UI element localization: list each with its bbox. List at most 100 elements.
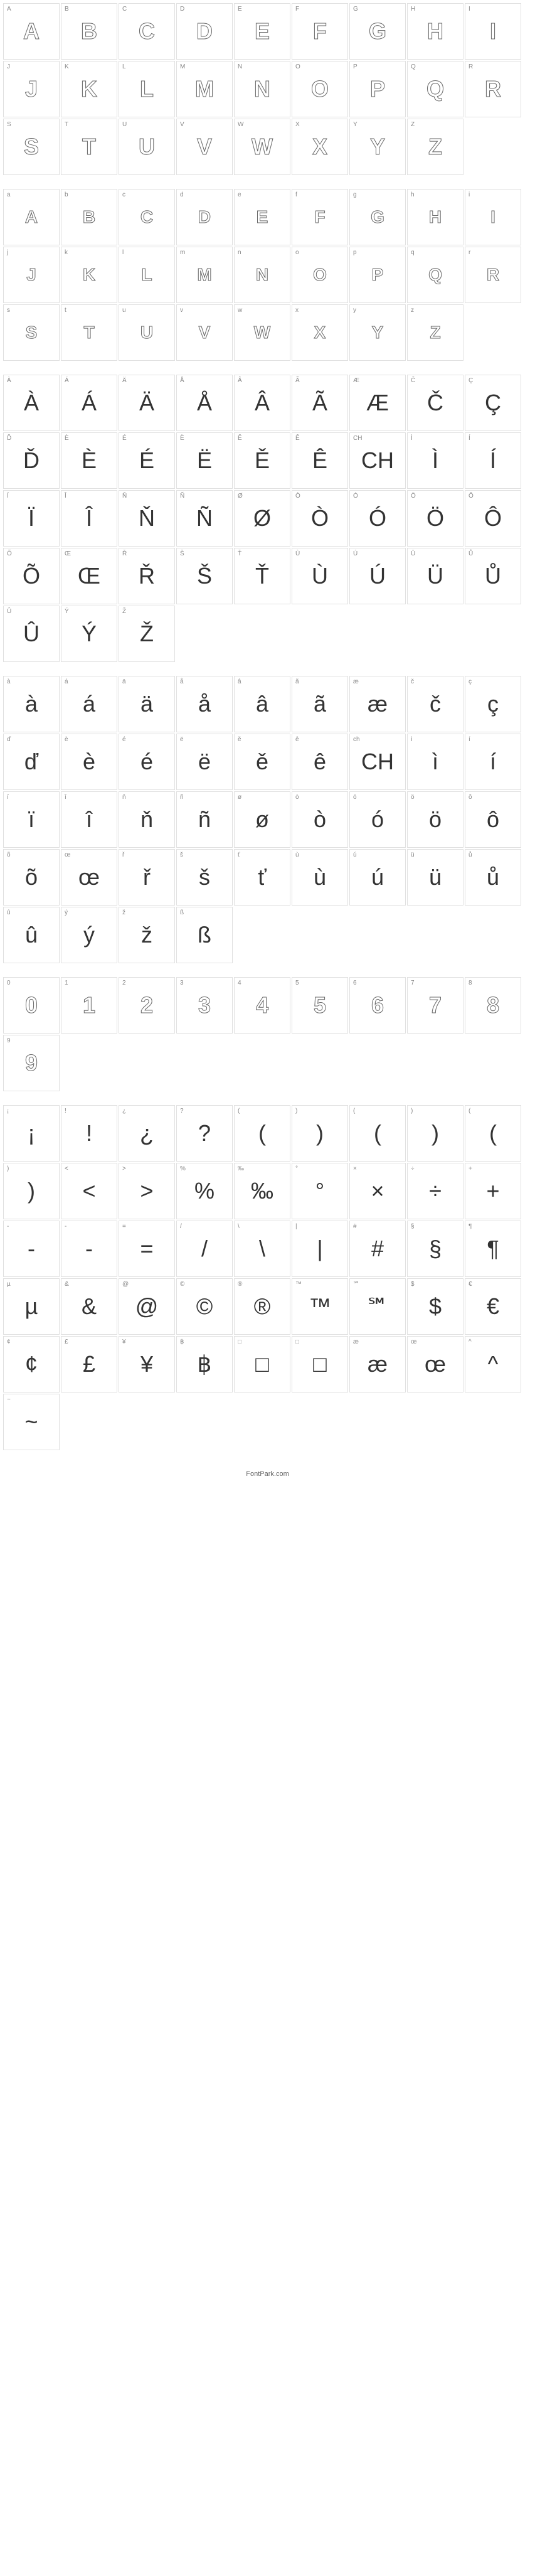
char-cell[interactable]: íí — [465, 734, 521, 790]
char-cell[interactable]: mM — [176, 247, 233, 303]
char-cell[interactable]: ÔÔ — [465, 490, 521, 547]
char-cell[interactable]: << — [61, 1163, 117, 1219]
char-cell[interactable]: àà — [3, 676, 60, 732]
char-cell[interactable]: )) — [292, 1105, 348, 1162]
char-cell[interactable]: éé — [119, 734, 175, 790]
char-cell[interactable]: DD — [176, 3, 233, 60]
char-cell[interactable]: 11 — [61, 977, 117, 1034]
char-cell[interactable]: zZ — [407, 304, 463, 361]
char-cell[interactable]: ßß — [176, 907, 233, 963]
char-cell[interactable]: œœ — [61, 849, 117, 906]
char-cell[interactable]: wW — [234, 304, 290, 361]
char-cell[interactable]: ĚĚ — [234, 432, 290, 489]
char-cell[interactable]: šš — [176, 849, 233, 906]
char-cell[interactable]: œœ — [407, 1336, 463, 1392]
char-cell[interactable]: ÏÏ — [3, 490, 60, 547]
char-cell[interactable]: II — [465, 3, 521, 60]
char-cell[interactable]: ťť — [234, 849, 290, 906]
char-cell[interactable]: ïï — [3, 791, 60, 848]
char-cell[interactable]: ŠŠ — [176, 548, 233, 604]
char-cell[interactable]: 33 — [176, 977, 233, 1034]
char-cell[interactable]: %% — [176, 1163, 233, 1219]
char-cell[interactable]: ×× — [349, 1163, 406, 1219]
char-cell[interactable]: ŇŇ — [119, 490, 175, 547]
char-cell[interactable]: ‰‰ — [234, 1163, 290, 1219]
char-cell[interactable]: )) — [407, 1105, 463, 1162]
char-cell[interactable]: >> — [119, 1163, 175, 1219]
char-cell[interactable]: áá — [61, 676, 117, 732]
char-cell[interactable]: ěě — [234, 734, 290, 790]
char-cell[interactable]: ææ — [349, 676, 406, 732]
char-cell[interactable]: řř — [119, 849, 175, 906]
char-cell[interactable]: ôô — [465, 791, 521, 848]
char-cell[interactable]: KK — [61, 61, 117, 117]
char-cell[interactable]: cC — [119, 189, 175, 245]
char-cell[interactable]: ©© — [176, 1278, 233, 1335]
char-cell[interactable]: ÉÉ — [119, 432, 175, 489]
char-cell[interactable]: ÍÍ — [465, 432, 521, 489]
char-cell[interactable]: åå — [176, 676, 233, 732]
char-cell[interactable]: && — [61, 1278, 117, 1335]
char-cell[interactable]: ÕÕ — [3, 548, 60, 604]
char-cell[interactable]: gG — [349, 189, 406, 245]
char-cell[interactable]: fF — [292, 189, 348, 245]
char-cell[interactable]: ÓÓ — [349, 490, 406, 547]
char-cell[interactable]: ÇÇ — [465, 375, 521, 431]
char-cell[interactable]: ÃÃ — [292, 375, 348, 431]
char-cell[interactable]: ŽŽ — [119, 606, 175, 662]
char-cell[interactable]: 00 — [3, 977, 60, 1034]
char-cell[interactable]: ฿฿ — [176, 1336, 233, 1392]
char-cell[interactable]: ÊÊ — [292, 432, 348, 489]
char-cell[interactable]: êê — [292, 734, 348, 790]
char-cell[interactable]: çç — [465, 676, 521, 732]
char-cell[interactable]: ŤŤ — [234, 548, 290, 604]
char-cell[interactable]: ââ — [234, 676, 290, 732]
char-cell[interactable]: §§ — [407, 1221, 463, 1277]
char-cell[interactable]: îî — [61, 791, 117, 848]
char-cell[interactable]: sS — [3, 304, 60, 361]
char-cell[interactable]: (( — [465, 1105, 521, 1162]
char-cell[interactable]: $$ — [407, 1278, 463, 1335]
char-cell[interactable]: kK — [61, 247, 117, 303]
char-cell[interactable]: ™™ — [292, 1278, 348, 1335]
char-cell[interactable]: öö — [407, 791, 463, 848]
char-cell[interactable]: chCH — [349, 734, 406, 790]
char-cell[interactable]: tT — [61, 304, 117, 361]
char-cell[interactable]: ÆÆ — [349, 375, 406, 431]
char-cell[interactable]: ËË — [176, 432, 233, 489]
char-cell[interactable]: QQ — [407, 61, 463, 117]
char-cell[interactable]: ýý — [61, 907, 117, 963]
char-cell[interactable]: GG — [349, 3, 406, 60]
char-cell[interactable]: ůů — [465, 849, 521, 906]
char-cell[interactable]: (( — [349, 1105, 406, 1162]
char-cell[interactable]: MM — [176, 61, 233, 117]
char-cell[interactable]: °° — [292, 1163, 348, 1219]
char-cell[interactable]: ÝÝ — [61, 606, 117, 662]
char-cell[interactable]: 99 — [3, 1035, 60, 1091]
char-cell[interactable]: LL — [119, 61, 175, 117]
char-cell[interactable]: TT — [61, 119, 117, 175]
char-cell[interactable]: ññ — [176, 791, 233, 848]
char-cell[interactable]: -- — [3, 1221, 60, 1277]
char-cell[interactable]: AA — [3, 3, 60, 60]
char-cell[interactable]: 77 — [407, 977, 463, 1034]
char-cell[interactable]: ÒÒ — [292, 490, 348, 547]
char-cell[interactable]: lL — [119, 247, 175, 303]
char-cell[interactable]: ÀÀ — [3, 375, 60, 431]
char-cell[interactable]: ++ — [465, 1163, 521, 1219]
char-cell[interactable]: ŒŒ — [61, 548, 117, 604]
char-cell[interactable]: ìì — [407, 734, 463, 790]
char-cell[interactable]: @@ — [119, 1278, 175, 1335]
char-cell[interactable]: ~~ — [3, 1394, 60, 1450]
char-cell[interactable]: ÛÛ — [3, 606, 60, 662]
char-cell[interactable]: ŘŘ — [119, 548, 175, 604]
char-cell[interactable]: uU — [119, 304, 175, 361]
char-cell[interactable]: ÙÙ — [292, 548, 348, 604]
char-cell[interactable]: 22 — [119, 977, 175, 1034]
char-cell[interactable]: CHCH — [349, 432, 406, 489]
char-cell[interactable]: == — [119, 1221, 175, 1277]
char-cell[interactable]: ÌÌ — [407, 432, 463, 489]
char-cell[interactable]: (( — [234, 1105, 290, 1162]
char-cell[interactable]: ¡¡ — [3, 1105, 60, 1162]
char-cell[interactable]: óó — [349, 791, 406, 848]
